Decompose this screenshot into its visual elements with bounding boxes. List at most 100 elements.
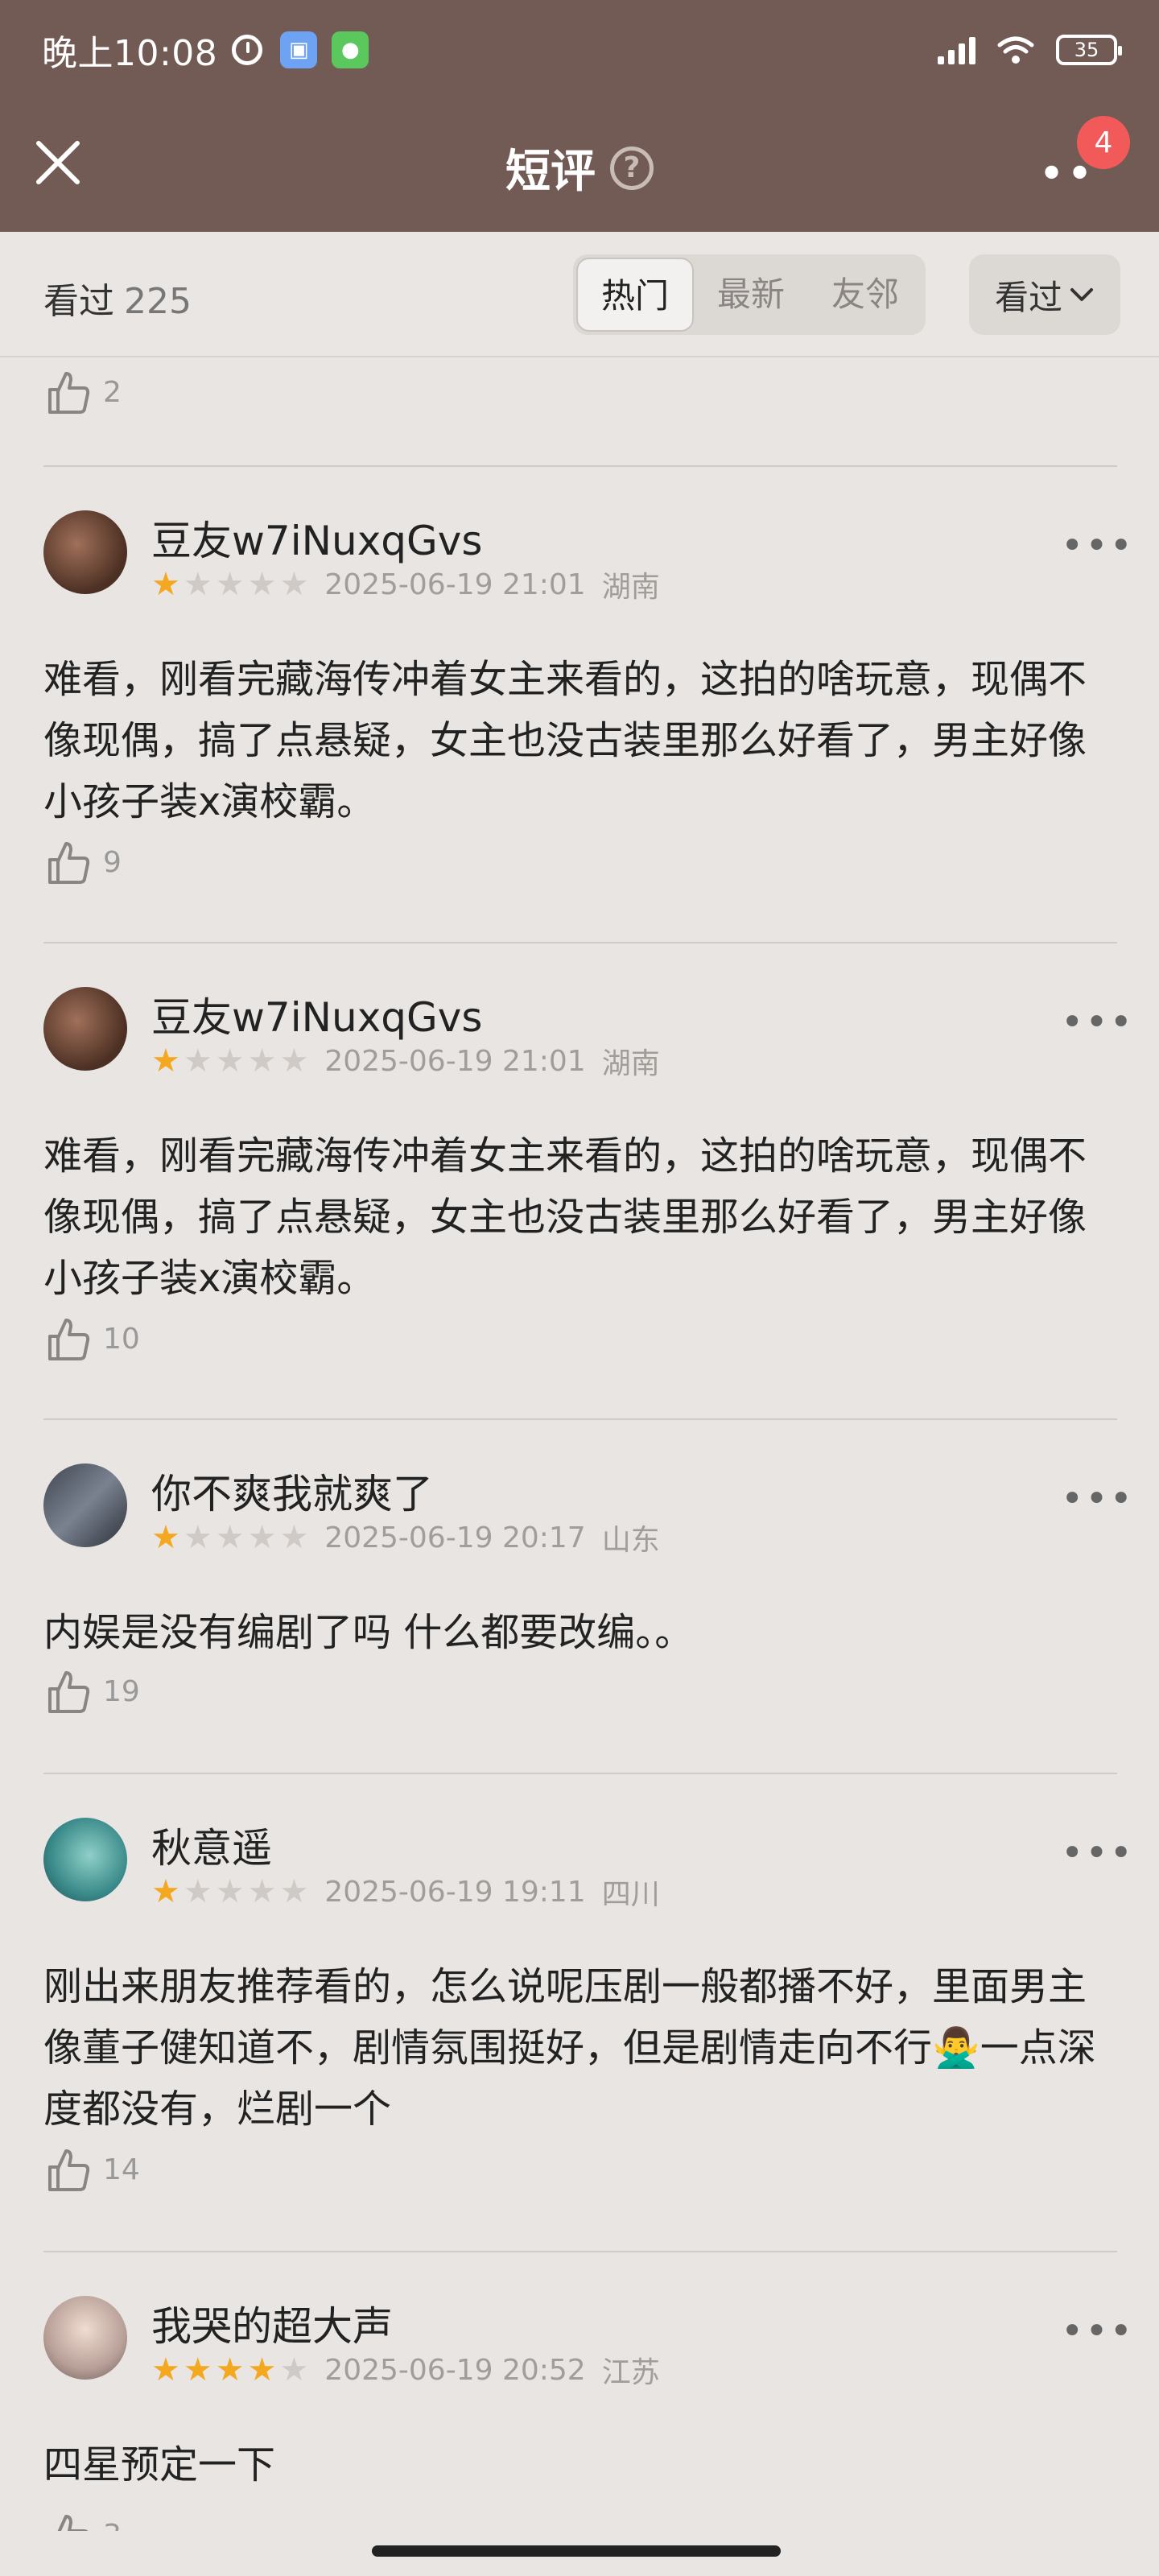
review-location: 湖南 <box>601 571 660 604</box>
battery-level: 35 <box>1074 39 1099 61</box>
star-icon: ★ <box>151 1519 180 1556</box>
star-icon: ★ <box>279 566 309 603</box>
like-count: 10 <box>103 1322 140 1356</box>
avatar[interactable] <box>43 1463 127 1547</box>
thumbs-up-icon <box>48 1319 90 1360</box>
avatar[interactable] <box>43 987 127 1071</box>
star-icon: ★ <box>247 566 277 603</box>
wifi-icon <box>997 36 1034 64</box>
filter-bar: 看过 225 热门 最新 友邻 看过 <box>0 232 1159 357</box>
review-text: 四星预定一下 <box>43 2442 276 2487</box>
tab-latest[interactable]: 最新 <box>694 258 808 332</box>
divider <box>43 465 1117 467</box>
review-meta: ★ ★ ★ ★ ★ 2025-06-19 19:11 四川 <box>151 1871 660 1913</box>
review-more-icon[interactable]: ••• <box>1061 1476 1134 1521</box>
username[interactable]: 我哭的超大声 <box>151 2294 393 2352</box>
like-count: 19 <box>103 1674 140 1708</box>
star-icon: ★ <box>279 1519 309 1556</box>
like-button[interactable]: 3 <box>43 2510 122 2531</box>
like-count: 3 <box>103 2519 122 2532</box>
tab-friends[interactable]: 友邻 <box>808 258 922 332</box>
status-dropdown[interactable]: 看过 <box>969 254 1120 335</box>
star-icon: ★ <box>183 1042 212 1080</box>
watched-label: 看过 <box>43 281 114 322</box>
divider <box>43 2251 1117 2252</box>
star-icon: ★ <box>215 1873 245 1910</box>
review-more-icon[interactable]: ••• <box>1061 1000 1134 1045</box>
review-location: 山东 <box>601 1524 660 1557</box>
divider <box>43 942 1117 943</box>
review-meta: ★ ★ ★ ★ ★ 2025-06-19 20:17 山东 <box>151 1517 660 1558</box>
thumbs-up-icon <box>50 2515 89 2531</box>
username[interactable]: 豆友w7iNuxqGvs <box>151 985 482 1043</box>
like-button[interactable]: 14 <box>43 2145 140 2194</box>
divider <box>43 1418 1117 1420</box>
review-more-icon[interactable]: ••• <box>1061 2309 1134 2354</box>
review-meta: ★ ★ ★ ★ ★ 2025-06-19 21:01 湖南 <box>151 564 660 605</box>
star-icon: ★ <box>151 1873 180 1910</box>
star-icon: ★ <box>247 1519 277 1556</box>
review-more-icon[interactable]: ••• <box>1061 1831 1134 1876</box>
rating-stars: ★ ★ ★ ★ ★ <box>151 568 308 601</box>
help-icon[interactable]: ? <box>610 146 654 190</box>
star-icon: ★ <box>215 566 245 603</box>
star-icon: ★ <box>247 1873 277 1910</box>
title-bar: 短评 ? •• 4 <box>0 100 1159 232</box>
status-dropdown-label: 看过 <box>994 277 1062 317</box>
like-button[interactable]: 10 <box>43 1314 140 1364</box>
thumbs-up-icon <box>48 2149 90 2191</box>
star-icon: ★ <box>183 1873 212 1910</box>
star-icon: ★ <box>151 1042 180 1080</box>
like-count: 2 <box>103 375 122 409</box>
username[interactable]: 豆友w7iNuxqGvs <box>151 509 482 567</box>
star-icon: ★ <box>215 2351 245 2388</box>
rating-stars: ★ ★ ★ ★ ★ <box>151 1045 308 1077</box>
rating-stars: ★ ★ ★ ★ ★ <box>151 2354 308 2386</box>
app-notification-icon: ▣ <box>280 31 318 68</box>
thumbs-up-icon <box>48 372 90 414</box>
signal-icon <box>938 35 975 64</box>
chevron-down-icon <box>1070 288 1093 301</box>
like-button[interactable]: 2 <box>43 367 122 417</box>
username[interactable]: 秋意遥 <box>151 1816 272 1874</box>
review-text: 内娱是没有编剧了吗 什么都要改编。。 <box>43 1610 694 1655</box>
review-more-icon[interactable]: ••• <box>1061 523 1134 568</box>
star-icon: ★ <box>151 2351 180 2388</box>
tab-hot[interactable]: 热门 <box>576 258 694 332</box>
like-button[interactable]: 19 <box>43 1666 140 1716</box>
username[interactable]: 你不爽我就爽了 <box>151 1462 433 1520</box>
review-text: 难看，刚看完藏海传冲着女主来看的，这拍的啥玩意，现偶不像现偶，搞了点悬疑，女主也… <box>43 1133 1087 1301</box>
avatar[interactable] <box>43 2296 127 2380</box>
sort-segment: 热门 最新 友邻 <box>573 254 926 335</box>
page-title-text: 短评 <box>505 146 596 198</box>
review-time: 2025-06-19 20:17 <box>324 1521 586 1554</box>
rating-stars: ★ ★ ★ ★ ★ <box>151 1521 308 1554</box>
review-location: 江苏 <box>601 2356 660 2389</box>
status-bar: 晚上10:08 ▣ ● 35 <box>0 0 1159 100</box>
star-icon: ★ <box>183 1519 212 1556</box>
star-icon: ★ <box>279 2351 309 2388</box>
review-location: 四川 <box>601 1878 660 1911</box>
like-button[interactable]: 9 <box>43 837 122 887</box>
review-location: 湖南 <box>601 1047 660 1080</box>
review-feed: 2 豆友w7iNuxqGvs ★ ★ ★ ★ ★ 2025-06-19 21:01 湖南… <box>0 357 1159 2531</box>
star-icon: ★ <box>215 1519 245 1556</box>
star-icon: ★ <box>215 1042 245 1080</box>
alarm-icon <box>232 35 263 65</box>
review-time: 2025-06-19 21:01 <box>324 1044 586 1078</box>
review-time: 2025-06-19 20:52 <box>324 2353 586 2387</box>
battery-icon: 35 <box>1056 35 1122 65</box>
divider <box>43 1773 1117 1774</box>
like-count: 14 <box>103 2153 140 2186</box>
home-indicator[interactable] <box>372 2545 781 2557</box>
star-icon: ★ <box>279 1873 309 1910</box>
review-meta: ★ ★ ★ ★ ★ 2025-06-19 21:01 湖南 <box>151 1040 660 1082</box>
review-text: 刚出来朋友推荐看的，怎么说呢压剧一般都播不好，里面男主像董子健知道不，剧情氛围挺… <box>43 1964 1096 2132</box>
avatar[interactable] <box>43 1818 127 1901</box>
watched-count: 看过 225 <box>43 272 192 324</box>
wechat-icon: ● <box>332 31 369 68</box>
avatar[interactable] <box>43 510 127 594</box>
notification-badge: 4 <box>1077 116 1130 169</box>
review-time: 2025-06-19 21:01 <box>324 568 586 601</box>
thumbs-up-icon <box>48 842 90 884</box>
